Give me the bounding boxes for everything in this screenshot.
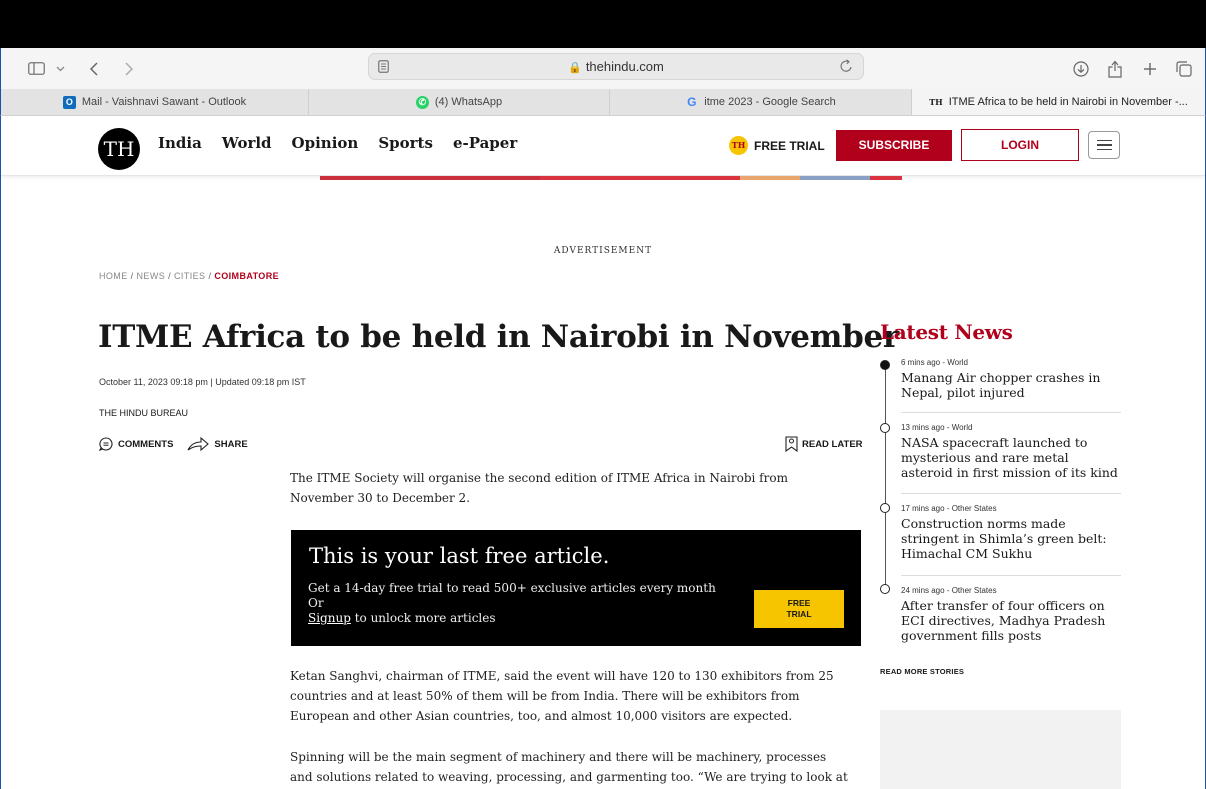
outlook-icon: O [62, 95, 76, 109]
bookmark-icon [785, 436, 798, 452]
article-headline: ITME Africa to be held in Nairobi in Nov… [98, 319, 899, 355]
forward-icon[interactable] [121, 48, 137, 89]
share-arrow-icon [187, 437, 210, 451]
breadcrumb-coimbatore[interactable]: COIMBATORE [214, 271, 279, 281]
the-hindu-badge-icon: TH [729, 136, 748, 155]
browser-toolbar: 🔒 thehindu.com [0, 48, 1206, 89]
latest-news-heading[interactable]: Latest News [880, 320, 1013, 344]
free-trial-button[interactable]: FREE TRIAL [754, 590, 844, 628]
article-paragraph: Ketan Sanghvi, chairman of ITME, said th… [290, 669, 834, 723]
advertisement-label: ADVERTISEMENT [553, 246, 653, 256]
sidebar-ad-placeholder[interactable] [880, 710, 1121, 789]
share-icon[interactable] [1105, 48, 1125, 89]
timeline-dot [880, 423, 890, 433]
reload-icon[interactable] [840, 59, 853, 76]
read-later-button[interactable]: READ LATER [785, 436, 863, 452]
the-hindu-logo[interactable]: TH [98, 128, 140, 170]
latest-news-item[interactable]: 17 mins ago - Other States Construction … [901, 504, 1121, 576]
timeline-dot [880, 584, 890, 594]
free-trial-link[interactable]: TH FREE TRIAL [729, 136, 825, 155]
tab-google-search[interactable]: G itme 2023 - Google Search [610, 89, 912, 115]
timeline-dot [880, 360, 890, 370]
nav-world[interactable]: World [222, 134, 272, 152]
main-nav: India World Opinion Sports e-Paper [158, 134, 517, 152]
latest-news-item[interactable]: 6 mins ago - World Manang Air chopper cr… [901, 358, 1121, 413]
nav-sports[interactable]: Sports [378, 134, 433, 152]
window-title-bar [0, 0, 1206, 48]
latest-news-item[interactable]: 24 mins ago - Other States After transfe… [901, 586, 1121, 643]
lock-icon: 🔒 [568, 62, 582, 74]
timeline-dot [880, 503, 890, 513]
article-paragraph: Spinning will be the main segment of mac… [290, 750, 848, 784]
back-icon[interactable] [86, 48, 102, 89]
paywall-text: Get a 14-day free trial to read 500+ exc… [308, 581, 716, 625]
nav-epaper[interactable]: e-Paper [453, 134, 517, 152]
new-tab-icon[interactable] [1140, 48, 1160, 89]
tab-outlook[interactable]: O Mail - Vaishnavi Sawant - Outlook [1, 89, 309, 115]
address-bar[interactable]: 🔒 thehindu.com [368, 53, 864, 80]
web-page: TH India World Opinion Sports e-Paper TH… [0, 116, 1206, 789]
paywall-banner: This is your last free article. Get a 14… [291, 530, 861, 646]
whatsapp-icon: ✆ [415, 95, 429, 109]
article-actions: COMMENTS SHARE [99, 437, 248, 451]
latest-news-item[interactable]: 13 mins ago - World NASA spacecraft laun… [901, 423, 1121, 494]
comments-button[interactable]: COMMENTS [99, 437, 173, 451]
comment-icon [99, 437, 113, 451]
login-button[interactable]: LOGIN [961, 129, 1079, 161]
chevron-down-icon[interactable] [53, 48, 67, 89]
google-icon: G [687, 94, 697, 109]
article-dateline: October 11, 2023 09:18 pm | Updated 09:1… [99, 377, 306, 387]
nav-opinion[interactable]: Opinion [292, 134, 359, 152]
signup-link[interactable]: Signup [308, 611, 351, 625]
article-intro: The ITME Society will organise the secon… [290, 471, 788, 505]
sidebar-toggle-icon[interactable] [25, 48, 47, 89]
download-icon[interactable] [1070, 48, 1092, 89]
nav-india[interactable]: India [158, 134, 202, 152]
tab-bar: O Mail - Vaishnavi Sawant - Outlook ✆ (4… [0, 89, 1206, 116]
top-ad-banner[interactable] [320, 176, 902, 180]
breadcrumb: HOME / NEWS / CITIES / COIMBATORE [99, 271, 280, 281]
timeline-line [885, 366, 886, 588]
breadcrumb-news[interactable]: NEWS [137, 271, 166, 281]
breadcrumb-home[interactable]: HOME [99, 271, 128, 281]
hamburger-menu-icon[interactable] [1088, 131, 1120, 159]
tab-the-hindu[interactable]: TH ITME Africa to be held in Nairobi in … [912, 89, 1205, 115]
tab-whatsapp[interactable]: ✆ (4) WhatsApp [309, 89, 610, 115]
site-header: TH India World Opinion Sports e-Paper TH… [1, 116, 1205, 176]
the-hindu-icon: TH [929, 96, 943, 107]
paywall-title: This is your last free article. [309, 544, 610, 568]
share-button[interactable]: SHARE [187, 437, 248, 451]
subscribe-button[interactable]: SUBSCRIBE [836, 130, 952, 161]
address-url: 🔒 thehindu.com [568, 59, 664, 74]
read-more-stories-link[interactable]: READ MORE STORIES [880, 667, 964, 676]
breadcrumb-cities[interactable]: CITIES [174, 271, 205, 281]
tab-overview-icon[interactable] [1173, 48, 1195, 89]
article-author[interactable]: THE HINDU BUREAU [99, 408, 188, 418]
